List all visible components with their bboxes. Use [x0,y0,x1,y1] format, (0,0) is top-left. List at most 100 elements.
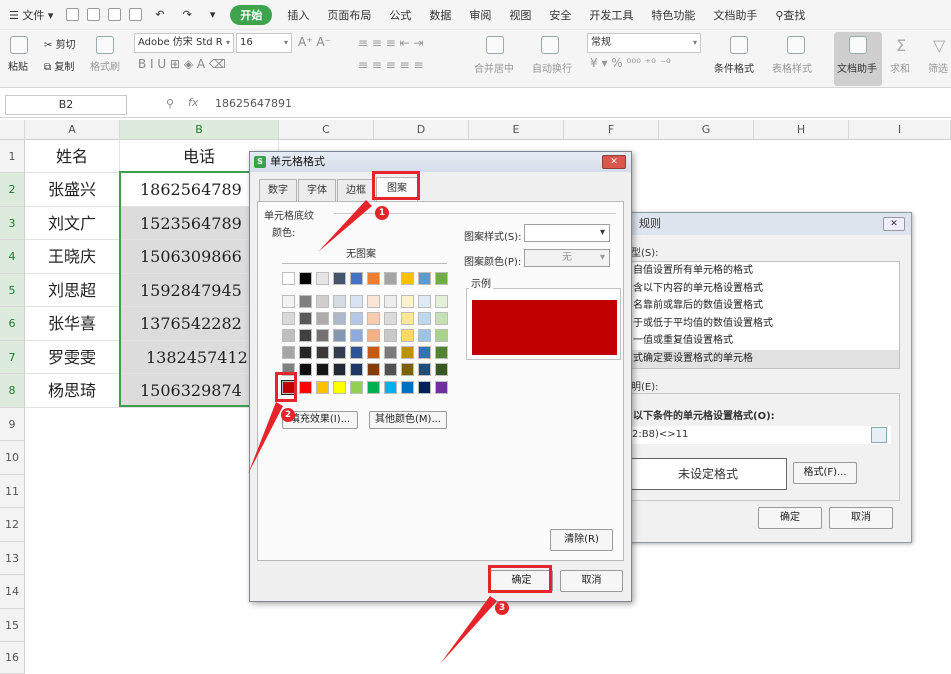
shade-swatch[interactable] [435,329,448,342]
standard-swatch[interactable] [316,381,329,394]
cell-a4[interactable]: 王晓庆 [25,240,120,274]
cf-cancel-button[interactable]: 取消 [829,507,893,529]
shade-swatch[interactable] [401,312,414,325]
standard-swatch[interactable] [435,381,448,394]
list-item[interactable]: 于或低于平均值的数值设置格式 [630,315,899,333]
row-header-10[interactable]: 10 [0,441,25,475]
save-icon[interactable] [66,8,80,21]
shade-swatch[interactable] [418,329,431,342]
export-icon[interactable] [87,8,101,21]
col-header-c[interactable]: C [279,120,374,140]
row-header-2[interactable]: 2 [0,173,25,207]
cancel-button[interactable]: 取消 [560,570,623,592]
cell-a5[interactable]: 刘思超 [25,274,120,307]
shade-swatch[interactable] [367,295,380,308]
col-header-f[interactable]: F [564,120,659,140]
search-command[interactable]: ⚲查找 [766,7,814,23]
standard-swatch[interactable] [418,381,431,394]
filter-button[interactable]: 筛选 [928,60,948,75]
shade-swatch[interactable] [333,312,346,325]
shade-swatch[interactable] [316,346,329,359]
list-item[interactable]: 名靠前或靠后的数值设置格式 [630,297,899,315]
tab-page-layout[interactable]: 页面布局 [318,7,380,23]
shade-swatch[interactable] [418,363,431,376]
theme-swatch[interactable] [418,272,431,285]
cell-a1[interactable]: 姓名 [25,140,120,173]
shade-swatch[interactable] [333,346,346,359]
more-colors-button[interactable]: 其他颜色(M)... [369,411,447,429]
tab-font[interactable]: 字体 [298,179,336,201]
close-icon[interactable]: ✕ [602,155,626,169]
shade-swatch[interactable] [367,363,380,376]
tab-start[interactable]: 开始 [230,4,273,25]
shade-swatch[interactable] [299,312,312,325]
format-painter-icon[interactable] [96,36,114,54]
shade-swatch[interactable] [316,295,329,308]
shade-swatch[interactable] [418,312,431,325]
shade-swatch[interactable] [384,329,397,342]
row-header-15[interactable]: 15 [0,609,25,642]
shade-swatch[interactable] [350,295,363,308]
row-header-12[interactable]: 12 [0,508,25,542]
col-header-i[interactable]: I [849,120,951,140]
shade-swatch[interactable] [282,312,295,325]
row-header-1[interactable]: 1 [0,140,25,173]
theme-swatch[interactable] [435,272,448,285]
pattern-style-select[interactable]: ▾ [524,224,610,242]
paste-icon[interactable] [10,36,28,54]
cut-button[interactable]: ✂ 剪切 [44,36,76,51]
table-style-icon[interactable] [787,36,805,54]
tab-view[interactable]: 视图 [500,7,540,23]
theme-swatch[interactable] [401,272,414,285]
align-top-icons[interactable]: ≡ ≡ ≡ ⇤ ⇥ [358,36,424,50]
row-header-16[interactable]: 16 [0,642,25,674]
shade-swatch[interactable] [384,346,397,359]
formula-input[interactable]: 18625647891 [215,97,292,110]
row-header-6[interactable]: 6 [0,307,25,341]
shade-swatch[interactable] [367,329,380,342]
shade-swatch[interactable] [299,329,312,342]
number-format-icons[interactable]: ¥ ▾ % ⁰⁰⁰ ⁺⁰ ⁻⁰ [590,56,671,70]
row-header-4[interactable]: 4 [0,240,25,274]
cf-formula-input[interactable]: 2:B8)<>11 [629,426,891,444]
row-header-13[interactable]: 13 [0,542,25,575]
col-header-b[interactable]: B [120,120,279,140]
standard-swatch[interactable] [333,381,346,394]
font-grow-icon[interactable]: A⁺ A⁻ [298,35,331,49]
sum-button[interactable]: 求和 [890,60,910,75]
range-select-icon[interactable] [871,427,887,443]
shade-swatch[interactable] [350,346,363,359]
tab-insert[interactable]: 插入 [278,7,318,23]
tab-review[interactable]: 审阅 [460,7,500,23]
cell-a6[interactable]: 张华喜 [25,307,120,341]
tab-doc-assist[interactable]: 文档助手 [704,7,766,23]
shade-swatch[interactable] [333,363,346,376]
copy-button[interactable]: ⧉ 复制 [44,58,74,73]
tab-formulas[interactable]: 公式 [380,7,420,23]
theme-swatch[interactable] [350,272,363,285]
shade-swatch[interactable] [282,346,295,359]
shade-swatch[interactable] [350,312,363,325]
wrap-icon[interactable] [541,36,559,54]
col-header-e[interactable]: E [469,120,564,140]
row-header-8[interactable]: 8 [0,374,25,408]
undo-icon[interactable]: ↶ [146,8,173,21]
menu-file[interactable]: ☰ 文件 ▾ [0,7,62,23]
align-horizontal-icons[interactable]: ≡ ≡ ≡ ≡ ≡ [358,58,424,72]
shade-swatch[interactable] [418,346,431,359]
font-style-icons[interactable]: B I U ⊞ ◈ A ⌫ [138,57,226,71]
conditional-format-icon[interactable] [730,36,748,54]
cf-ok-button[interactable]: 确定 [758,507,822,529]
row-header-3[interactable]: 3 [0,207,25,240]
col-header-a[interactable]: A [25,120,120,140]
fx-label[interactable]: fx [188,96,198,109]
row-header-5[interactable]: 5 [0,274,25,307]
tab-developer[interactable]: 开发工具 [580,7,642,23]
cell-a3[interactable]: 刘文广 [25,207,120,240]
col-header-g[interactable]: G [659,120,754,140]
col-header-d[interactable]: D [374,120,469,140]
row-header-14[interactable]: 14 [0,575,25,609]
list-item[interactable]: 自值设置所有单元格的格式 [630,262,899,280]
tab-features[interactable]: 特色功能 [642,7,704,23]
theme-swatch[interactable] [384,272,397,285]
